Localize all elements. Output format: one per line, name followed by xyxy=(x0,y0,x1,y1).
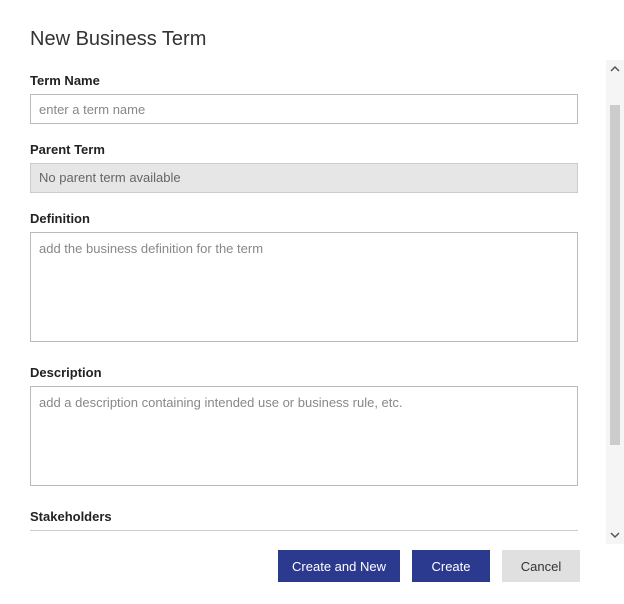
stakeholders-label: Stakeholders xyxy=(30,509,578,524)
stakeholders-group: Stakeholders xyxy=(30,509,578,531)
description-input[interactable] xyxy=(30,386,578,486)
scrollbar-thumb[interactable] xyxy=(610,105,620,445)
scroll-up-icon[interactable] xyxy=(606,60,624,78)
term-name-input[interactable] xyxy=(30,94,578,124)
create-and-new-button[interactable]: Create and New xyxy=(278,550,400,582)
scroll-down-icon[interactable] xyxy=(606,526,624,544)
definition-group: Definition xyxy=(30,211,578,347)
parent-term-group: Parent Term No parent term available xyxy=(30,142,578,193)
page-title: New Business Term xyxy=(30,28,616,51)
term-name-label: Term Name xyxy=(30,73,578,88)
definition-input[interactable] xyxy=(30,232,578,342)
create-button[interactable]: Create xyxy=(412,550,490,582)
stakeholders-divider xyxy=(30,530,578,531)
cancel-button[interactable]: Cancel xyxy=(502,550,580,582)
term-name-group: Term Name xyxy=(30,73,578,124)
parent-term-display: No parent term available xyxy=(30,163,578,193)
scrollbar-track[interactable] xyxy=(606,60,624,544)
dialog-container: New Business Term Term Name Parent Term … xyxy=(0,0,624,604)
definition-label: Definition xyxy=(30,211,578,226)
button-row: Create and New Create Cancel xyxy=(278,550,580,582)
description-group: Description xyxy=(30,365,578,491)
parent-term-label: Parent Term xyxy=(30,142,578,157)
description-label: Description xyxy=(30,365,578,380)
form-body: Term Name Parent Term No parent term ava… xyxy=(30,73,578,531)
